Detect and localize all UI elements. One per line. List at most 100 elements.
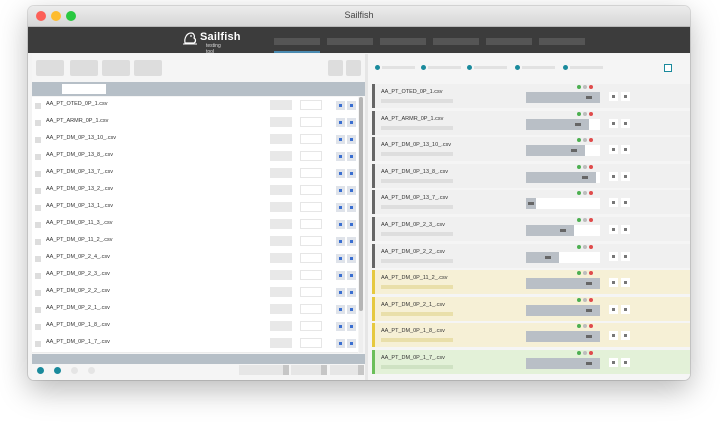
result-card[interactable]: AA_PT_DM_0P_1_8_.csv: [372, 323, 690, 348]
row-action-2-button[interactable]: [347, 186, 356, 195]
card-action-2-button[interactable]: [621, 118, 630, 128]
nav-tab-6[interactable]: [539, 38, 585, 45]
row-action-2-button[interactable]: [347, 101, 356, 110]
card-action-2-button[interactable]: [621, 198, 630, 208]
row-checkbox[interactable]: [35, 103, 41, 109]
file-row[interactable]: AA_PT_DM_0P_2_1_.csv: [32, 301, 358, 319]
nav-tab-2[interactable]: [327, 38, 373, 45]
row-checkbox[interactable]: [35, 273, 41, 279]
row-action-2-button[interactable]: [347, 203, 356, 212]
file-row[interactable]: AA_PT_DM_0P_1_7_.csv: [32, 335, 358, 353]
result-card[interactable]: AA_PT_DM_0P_2_2_.csv: [372, 243, 690, 268]
row-action-2-button[interactable]: [347, 135, 356, 144]
file-row[interactable]: AA_PT_ARMR_0P_1.csv: [32, 114, 358, 132]
toolbar-button-1[interactable]: [36, 60, 64, 76]
row-action-2-button[interactable]: [347, 305, 356, 314]
row-field-2[interactable]: [300, 253, 322, 263]
row-field-1[interactable]: [270, 185, 292, 195]
row-field-2[interactable]: [300, 321, 322, 331]
file-list-scroll-thumb[interactable]: [359, 97, 363, 311]
result-card[interactable]: AA_PT_ARMR_0P_1.csv: [372, 110, 690, 135]
row-field-1[interactable]: [270, 117, 292, 127]
row-field-1[interactable]: [270, 134, 292, 144]
select-all-checkbox[interactable]: [664, 64, 672, 72]
toolbar-button-2[interactable]: [70, 60, 98, 76]
row-field-1[interactable]: [270, 100, 292, 110]
card-action-1-button[interactable]: [609, 198, 618, 208]
card-action-2-button[interactable]: [621, 278, 630, 288]
row-action-1-button[interactable]: [336, 237, 345, 246]
row-action-1-button[interactable]: [336, 135, 345, 144]
toolbar-button-5[interactable]: [328, 60, 343, 76]
row-action-1-button[interactable]: [336, 271, 345, 280]
footer-field-1-button[interactable]: [283, 365, 289, 375]
row-action-1-button[interactable]: [336, 152, 345, 161]
row-checkbox[interactable]: [35, 256, 41, 262]
row-field-1[interactable]: [270, 219, 292, 229]
row-field-1[interactable]: [270, 304, 292, 314]
card-action-1-button[interactable]: [609, 171, 618, 181]
row-field-2[interactable]: [300, 100, 322, 110]
file-row[interactable]: AA_PT_DM_0P_13_10_.csv: [32, 131, 358, 149]
row-checkbox[interactable]: [35, 341, 41, 347]
card-action-2-button[interactable]: [621, 171, 630, 181]
result-card[interactable]: AA_PT_DM_0P_11_2_.csv: [372, 270, 690, 295]
row-action-1-button[interactable]: [336, 186, 345, 195]
header-filter-field[interactable]: [62, 84, 106, 94]
row-action-1-button[interactable]: [336, 339, 345, 348]
toolbar-button-4[interactable]: [134, 60, 162, 76]
row-action-2-button[interactable]: [347, 271, 356, 280]
row-action-2-button[interactable]: [347, 288, 356, 297]
file-row[interactable]: AA_PT_DM_0P_13_2_.csv: [32, 182, 358, 200]
row-checkbox[interactable]: [35, 154, 41, 160]
row-action-2-button[interactable]: [347, 118, 356, 127]
result-card[interactable]: AA_PT_DM_0P_2_3_.csv: [372, 217, 690, 241]
file-row[interactable]: AA_PT_DM_0P_11_3_.csv: [32, 216, 358, 234]
row-field-2[interactable]: [300, 185, 322, 195]
row-action-2-button[interactable]: [347, 237, 356, 246]
row-field-2[interactable]: [300, 236, 322, 246]
toolbar-button-6[interactable]: [346, 60, 361, 76]
card-action-1-button[interactable]: [609, 92, 618, 101]
row-checkbox[interactable]: [35, 324, 41, 330]
result-card[interactable]: AA_PT_DM_0P_13_10_.csv: [372, 137, 690, 162]
row-field-1[interactable]: [270, 236, 292, 246]
row-action-1-button[interactable]: [336, 101, 345, 110]
card-action-1-button[interactable]: [609, 358, 618, 367]
card-action-1-button[interactable]: [609, 304, 618, 314]
result-card[interactable]: AA_PT_DM_0P_2_1_.csv: [372, 296, 690, 321]
file-row[interactable]: AA_PT_DM_0P_13_1_.csv: [32, 199, 358, 217]
file-row[interactable]: AA_PT_DM_0P_2_3_.csv: [32, 267, 358, 285]
row-action-2-button[interactable]: [347, 220, 356, 229]
row-field-2[interactable]: [300, 117, 322, 127]
toolbar-button-3[interactable]: [102, 60, 130, 76]
row-field-2[interactable]: [300, 270, 322, 280]
row-field-2[interactable]: [300, 134, 322, 144]
file-row[interactable]: AA_PT_OTED_0P_1.csv: [32, 97, 358, 115]
page-dot-1[interactable]: [37, 367, 44, 374]
row-field-2[interactable]: [300, 287, 322, 297]
result-card[interactable]: AA_PT_DM_0P_1_7_.csv: [372, 350, 690, 374]
row-action-2-button[interactable]: [347, 169, 356, 178]
row-action-1-button[interactable]: [336, 288, 345, 297]
row-field-2[interactable]: [300, 151, 322, 161]
footer-field-1[interactable]: [239, 365, 289, 375]
page-dot-4[interactable]: [88, 367, 95, 374]
row-field-1[interactable]: [270, 168, 292, 178]
card-action-2-button[interactable]: [621, 331, 630, 341]
card-action-2-button[interactable]: [621, 358, 630, 367]
file-row[interactable]: AA_PT_DM_0P_13_8_.csv: [32, 148, 358, 166]
footer-field-2-button[interactable]: [321, 365, 327, 375]
row-action-1-button[interactable]: [336, 220, 345, 229]
file-row[interactable]: AA_PT_DM_0P_13_7_.csv: [32, 165, 358, 183]
nav-tab-4[interactable]: [433, 38, 479, 45]
row-action-1-button[interactable]: [336, 203, 345, 212]
file-row[interactable]: AA_PT_DM_0P_2_2_.csv: [32, 284, 358, 302]
row-field-1[interactable]: [270, 338, 292, 348]
row-field-1[interactable]: [270, 151, 292, 161]
card-action-1-button[interactable]: [609, 145, 618, 155]
row-field-2[interactable]: [300, 338, 322, 348]
page-dot-2[interactable]: [54, 367, 61, 374]
result-card[interactable]: AA_PT_DM_0P_13_7_.csv: [372, 190, 690, 215]
card-action-2-button[interactable]: [621, 251, 630, 261]
